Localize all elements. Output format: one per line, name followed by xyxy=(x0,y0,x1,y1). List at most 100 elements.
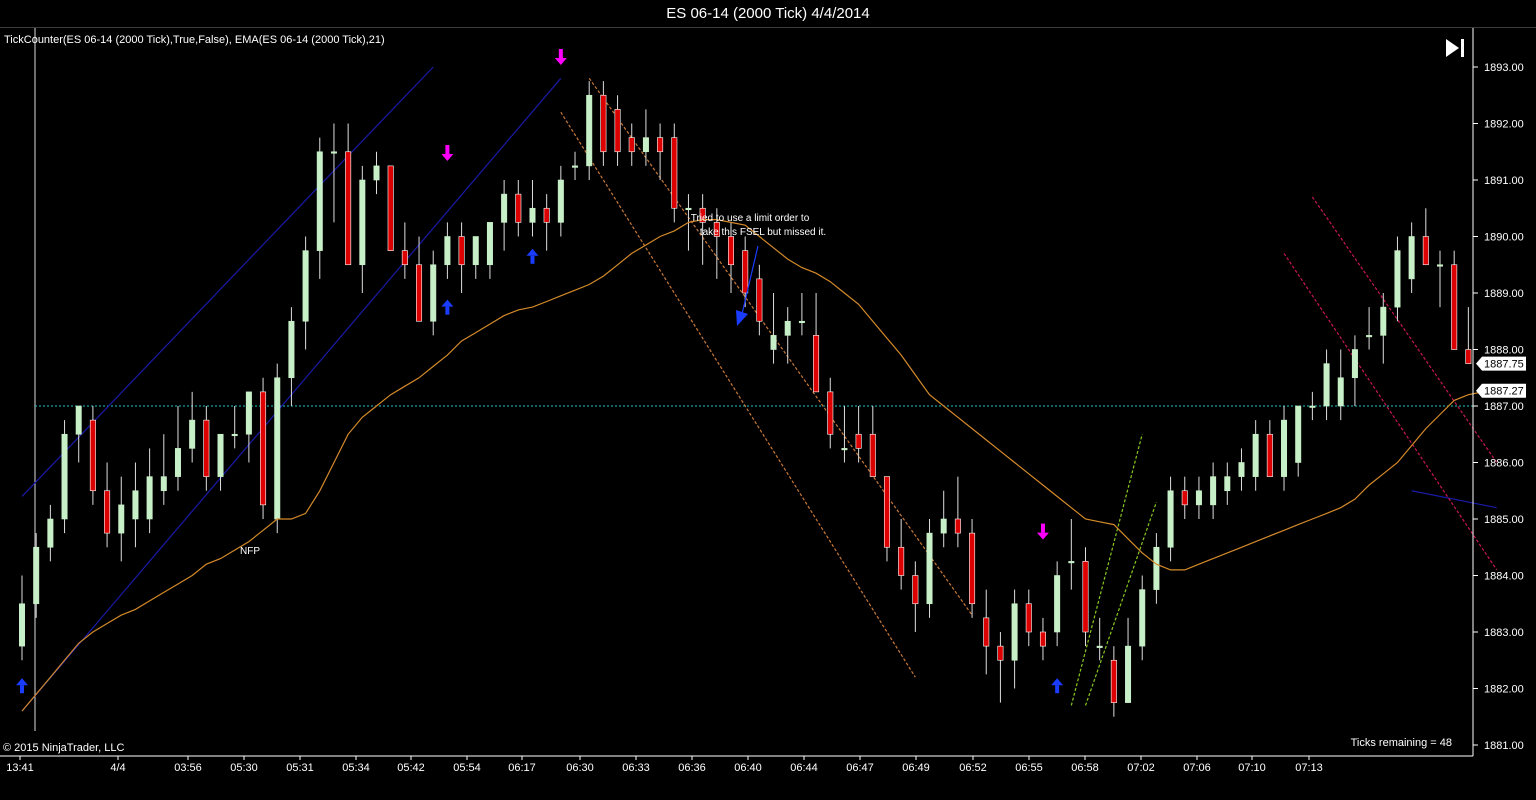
candle-up xyxy=(146,476,153,520)
x-tick-label: 13:41 xyxy=(6,762,34,774)
candle-down xyxy=(543,207,550,223)
y-tick-label: 1891.00 xyxy=(1484,175,1524,187)
down-arrow-icon xyxy=(558,49,563,58)
candle-down xyxy=(203,419,210,477)
candle-down xyxy=(1039,631,1046,647)
candle-down xyxy=(827,391,834,435)
y-tick-label: 1888.00 xyxy=(1484,345,1524,357)
candle-down xyxy=(89,419,96,492)
candle-up xyxy=(572,165,579,168)
candle-down xyxy=(387,165,394,251)
x-tick-label: 03:56 xyxy=(174,762,202,774)
down-arrow-icon xyxy=(445,145,450,155)
candle-down xyxy=(1181,490,1188,506)
candle-down xyxy=(600,94,607,153)
candle-up xyxy=(472,236,479,266)
candle-up xyxy=(373,165,380,181)
x-tick-label: 06:36 xyxy=(678,762,706,774)
nfp-label: NFP xyxy=(240,546,260,557)
candle-down xyxy=(671,137,678,209)
up-arrow-icon xyxy=(530,255,535,264)
candle-up xyxy=(47,518,54,548)
price-label-text: 1887.27 xyxy=(1484,386,1524,398)
candle-down xyxy=(1110,659,1117,703)
y-tick-label: 1885.00 xyxy=(1484,514,1524,526)
candle-down xyxy=(954,518,961,534)
candle-up xyxy=(557,179,564,223)
x-tick-label: 06:47 xyxy=(846,762,874,774)
y-tick-label: 1883.00 xyxy=(1484,627,1524,639)
x-tick-label: 06:30 xyxy=(566,762,594,774)
candle-up xyxy=(1281,419,1288,477)
candle-down xyxy=(345,151,352,266)
candle-down xyxy=(1465,349,1472,364)
x-tick-label: 07:10 xyxy=(1238,762,1266,774)
y-tick-label: 1890.00 xyxy=(1484,232,1524,244)
candle-up xyxy=(1068,561,1075,564)
candle-up xyxy=(61,433,68,520)
annotation-line-2: take this FSEL but missed it. xyxy=(700,227,826,238)
candle-down xyxy=(912,575,919,605)
candle-down xyxy=(742,250,749,294)
candle-up xyxy=(245,391,252,435)
up-arrow-icon xyxy=(20,685,24,694)
candle-up xyxy=(642,137,649,153)
candle-up xyxy=(132,490,139,520)
up-arrow-icon xyxy=(445,306,450,315)
candle-up xyxy=(940,518,947,534)
y-tick-label: 1884.00 xyxy=(1484,571,1524,583)
candle-down xyxy=(416,264,423,322)
y-tick-label: 1889.00 xyxy=(1484,288,1524,300)
candle-up xyxy=(1054,575,1061,633)
x-tick-label: 07:13 xyxy=(1295,762,1323,774)
y-tick-label: 1886.00 xyxy=(1484,458,1524,470)
candle-up xyxy=(926,532,933,605)
candle-up xyxy=(1252,433,1259,477)
candle-down xyxy=(1422,236,1429,266)
candle-up xyxy=(1139,589,1146,647)
x-tick-label: 05:54 xyxy=(453,762,481,774)
candle-down xyxy=(401,250,408,266)
x-tick-label: 06:44 xyxy=(790,762,818,774)
candle-up xyxy=(288,320,295,379)
candle-down xyxy=(657,137,664,153)
x-tick-label: 05:34 xyxy=(342,762,370,774)
price-label-text: 1887.75 xyxy=(1484,359,1524,371)
candle-up xyxy=(118,504,125,534)
y-tick-label: 1882.00 xyxy=(1484,684,1524,696)
y-tick-label: 1887.00 xyxy=(1484,401,1524,413)
candle-down xyxy=(813,335,820,393)
candle-up xyxy=(1167,490,1174,548)
y-tick-label: 1881.00 xyxy=(1484,740,1524,752)
y-tick-label: 1893.00 xyxy=(1484,62,1524,74)
candle-down xyxy=(1025,603,1032,633)
ticks-remaining: Ticks remaining = 48 xyxy=(1351,737,1452,749)
candle-down xyxy=(1082,561,1089,633)
annotation-line-1: Tried to use a limit order to xyxy=(691,213,810,224)
candle-up xyxy=(784,320,791,336)
end-bar-icon[interactable] xyxy=(1461,39,1464,57)
candle-up xyxy=(1408,236,1415,280)
price-chart[interactable]: Tried to use a limit order to take this … xyxy=(0,28,1536,800)
candle-down xyxy=(515,193,522,223)
x-tick-label: 06:40 xyxy=(734,762,762,774)
candle-up xyxy=(302,250,309,322)
candle-up xyxy=(1309,405,1316,408)
candle-up xyxy=(18,603,25,647)
candle-up xyxy=(174,448,181,477)
candle-up xyxy=(1125,645,1132,703)
x-tick-label: 06:33 xyxy=(622,762,650,774)
chart-area[interactable]: Tried to use a limit order to take this … xyxy=(0,28,1536,800)
candle-up xyxy=(160,476,167,492)
candle-up xyxy=(330,151,337,154)
x-tick-label: 06:17 xyxy=(508,762,536,774)
candle-down xyxy=(614,109,621,153)
candle-up xyxy=(501,193,508,223)
candle-up xyxy=(1096,645,1103,648)
x-tick-label: 06:55 xyxy=(1015,762,1043,774)
candle-up xyxy=(1437,264,1444,267)
candle-up xyxy=(444,236,451,266)
candle-up xyxy=(430,264,437,322)
chart-background xyxy=(0,28,1536,800)
candle-up xyxy=(1351,349,1358,379)
